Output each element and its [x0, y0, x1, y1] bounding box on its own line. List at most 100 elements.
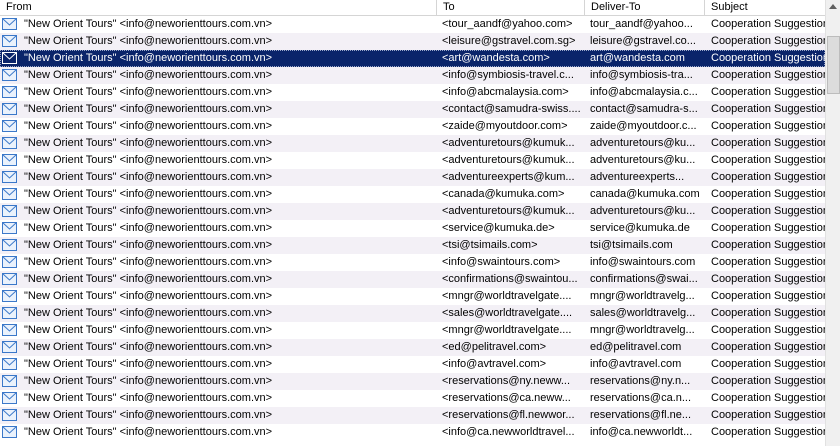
message-row[interactable]: "New Orient Tours" <info@neworienttours.…: [0, 237, 825, 254]
to-cell: <adventuretours@kumuk...: [442, 205, 575, 217]
deliver-to-cell: reservations@ca.n...: [590, 392, 692, 404]
deliver-to-cell: canada@kumuka.com: [590, 188, 700, 200]
message-row[interactable]: "New Orient Tours" <info@neworienttours.…: [0, 186, 825, 203]
subject-cell: Cooperation Suggestion: [711, 426, 825, 438]
from-cell: "New Orient Tours" <info@neworienttours.…: [24, 409, 273, 421]
envelope-icon: [2, 103, 17, 115]
to-cell: <canada@kumuka.com>: [442, 188, 565, 200]
message-row[interactable]: "New Orient Tours" <info@neworienttours.…: [0, 254, 825, 271]
envelope-icon: [2, 154, 17, 166]
subject-cell: Cooperation Suggestion: [711, 171, 825, 183]
subject-cell: Cooperation Suggestion: [711, 52, 825, 64]
deliver-to-cell: adventureexperts...: [590, 171, 685, 183]
subject-cell: Cooperation Suggestion: [711, 222, 825, 234]
to-cell: <art@wandesta.com>: [442, 52, 550, 64]
message-row[interactable]: "New Orient Tours" <info@neworienttours.…: [0, 203, 825, 220]
envelope-icon: [2, 273, 17, 285]
from-cell: "New Orient Tours" <info@neworienttours.…: [24, 426, 273, 438]
subject-cell: Cooperation Suggestion: [711, 273, 825, 285]
from-cell: "New Orient Tours" <info@neworienttours.…: [24, 205, 273, 217]
message-row[interactable]: "New Orient Tours" <info@neworienttours.…: [0, 152, 825, 169]
envelope-icon: [2, 341, 17, 353]
from-cell: "New Orient Tours" <info@neworienttours.…: [24, 375, 273, 387]
vertical-scrollbar[interactable]: [825, 0, 840, 446]
from-cell: "New Orient Tours" <info@neworienttours.…: [24, 222, 273, 234]
deliver-to-cell: contact@samudra-s...: [590, 103, 698, 115]
to-cell: <tsi@tsimails.com>: [442, 239, 538, 251]
to-cell: <adventuretours@kumuk...: [442, 137, 575, 149]
to-cell: <info@symbiosis-travel.c...: [442, 69, 574, 81]
message-row[interactable]: "New Orient Tours" <info@neworienttours.…: [0, 16, 825, 33]
scrollbar-thumb[interactable]: [827, 36, 840, 94]
to-cell: <sales@worldtravelgate....: [442, 307, 573, 319]
deliver-to-cell: adventuretours@ku...: [590, 205, 696, 217]
to-cell: <info@avtravel.com>: [442, 358, 547, 370]
from-cell: "New Orient Tours" <info@neworienttours.…: [24, 324, 273, 336]
message-row[interactable]: "New Orient Tours" <info@neworienttours.…: [0, 424, 825, 441]
to-cell: <reservations@fl.newwor...: [442, 409, 575, 421]
from-cell: "New Orient Tours" <info@neworienttours.…: [24, 103, 273, 115]
from-cell: "New Orient Tours" <info@neworienttours.…: [24, 273, 273, 285]
deliver-to-cell: tsi@tsimails.com: [590, 239, 673, 251]
message-row[interactable]: "New Orient Tours" <info@neworienttours.…: [0, 169, 825, 186]
column-header-subject[interactable]: Subject: [705, 0, 825, 15]
deliver-to-cell: info@swaintours.com: [590, 256, 696, 268]
message-row[interactable]: "New Orient Tours" <info@neworienttours.…: [0, 356, 825, 373]
column-header-deliver-to[interactable]: Deliver-To: [585, 0, 705, 15]
subject-cell: Cooperation Suggestion: [711, 154, 825, 166]
from-cell: "New Orient Tours" <info@neworienttours.…: [24, 307, 273, 319]
message-row[interactable]: "New Orient Tours" <info@neworienttours.…: [0, 50, 825, 67]
subject-cell: Cooperation Suggestion: [711, 69, 825, 81]
subject-cell: Cooperation Suggestion: [711, 103, 825, 115]
to-cell: <zaide@myoutdoor.com>: [442, 120, 568, 132]
message-row[interactable]: "New Orient Tours" <info@neworienttours.…: [0, 390, 825, 407]
message-row[interactable]: "New Orient Tours" <info@neworienttours.…: [0, 118, 825, 135]
subject-cell: Cooperation Suggestion: [711, 35, 825, 47]
subject-cell: Cooperation Suggestion: [711, 188, 825, 200]
message-row[interactable]: "New Orient Tours" <info@neworienttours.…: [0, 101, 825, 118]
deliver-to-cell: leisure@gstravel.co...: [590, 35, 696, 47]
from-cell: "New Orient Tours" <info@neworienttours.…: [24, 35, 273, 47]
from-cell: "New Orient Tours" <info@neworienttours.…: [24, 18, 273, 30]
message-row[interactable]: "New Orient Tours" <info@neworienttours.…: [0, 373, 825, 390]
to-cell: <ed@pelitravel.com>: [442, 341, 547, 353]
column-header-from[interactable]: From: [0, 0, 437, 15]
deliver-to-cell: adventuretours@ku...: [590, 154, 696, 166]
to-cell: <reservations@ca.neww...: [442, 392, 571, 404]
subject-cell: Cooperation Suggestion: [711, 307, 825, 319]
from-cell: "New Orient Tours" <info@neworienttours.…: [24, 256, 273, 268]
message-row[interactable]: "New Orient Tours" <info@neworienttours.…: [0, 220, 825, 237]
subject-cell: Cooperation Suggestion: [711, 256, 825, 268]
to-cell: <info@ca.newworldtravel...: [442, 426, 575, 438]
subject-cell: Cooperation Suggestion: [711, 239, 825, 251]
subject-cell: Cooperation Suggestion: [711, 120, 825, 132]
to-cell: <tour_aandf@yahoo.com>: [442, 18, 573, 30]
to-cell: <mngr@worldtravelgate....: [442, 324, 572, 336]
message-list[interactable]: From To Deliver-To Subject "New Orient T…: [0, 0, 825, 446]
deliver-to-cell: reservations@ny.n...: [590, 375, 691, 387]
to-cell: <service@kumuka.de>: [442, 222, 555, 234]
subject-cell: Cooperation Suggestion: [711, 358, 825, 370]
message-row[interactable]: "New Orient Tours" <info@neworienttours.…: [0, 288, 825, 305]
message-row[interactable]: "New Orient Tours" <info@neworienttours.…: [0, 67, 825, 84]
from-cell: "New Orient Tours" <info@neworienttours.…: [24, 290, 273, 302]
message-row[interactable]: "New Orient Tours" <info@neworienttours.…: [0, 135, 825, 152]
message-row[interactable]: "New Orient Tours" <info@neworienttours.…: [0, 33, 825, 50]
message-row[interactable]: "New Orient Tours" <info@neworienttours.…: [0, 305, 825, 322]
envelope-icon: [2, 137, 17, 149]
from-cell: "New Orient Tours" <info@neworienttours.…: [24, 120, 273, 132]
envelope-icon: [2, 86, 17, 98]
scroll-up-arrow-icon[interactable]: [829, 4, 837, 9]
to-cell: <info@abcmalaysia.com>: [442, 86, 569, 98]
envelope-icon: [2, 426, 17, 438]
message-row[interactable]: "New Orient Tours" <info@neworienttours.…: [0, 271, 825, 288]
deliver-to-cell: zaide@myoutdoor.c...: [590, 120, 697, 132]
column-header-to[interactable]: To: [437, 0, 585, 15]
message-row[interactable]: "New Orient Tours" <info@neworienttours.…: [0, 84, 825, 101]
message-row[interactable]: "New Orient Tours" <info@neworienttours.…: [0, 322, 825, 339]
subject-cell: Cooperation Suggestion: [711, 137, 825, 149]
from-cell: "New Orient Tours" <info@neworienttours.…: [24, 154, 273, 166]
message-row[interactable]: "New Orient Tours" <info@neworienttours.…: [0, 339, 825, 356]
subject-cell: Cooperation Suggestion: [711, 18, 825, 30]
message-row[interactable]: "New Orient Tours" <info@neworienttours.…: [0, 407, 825, 424]
